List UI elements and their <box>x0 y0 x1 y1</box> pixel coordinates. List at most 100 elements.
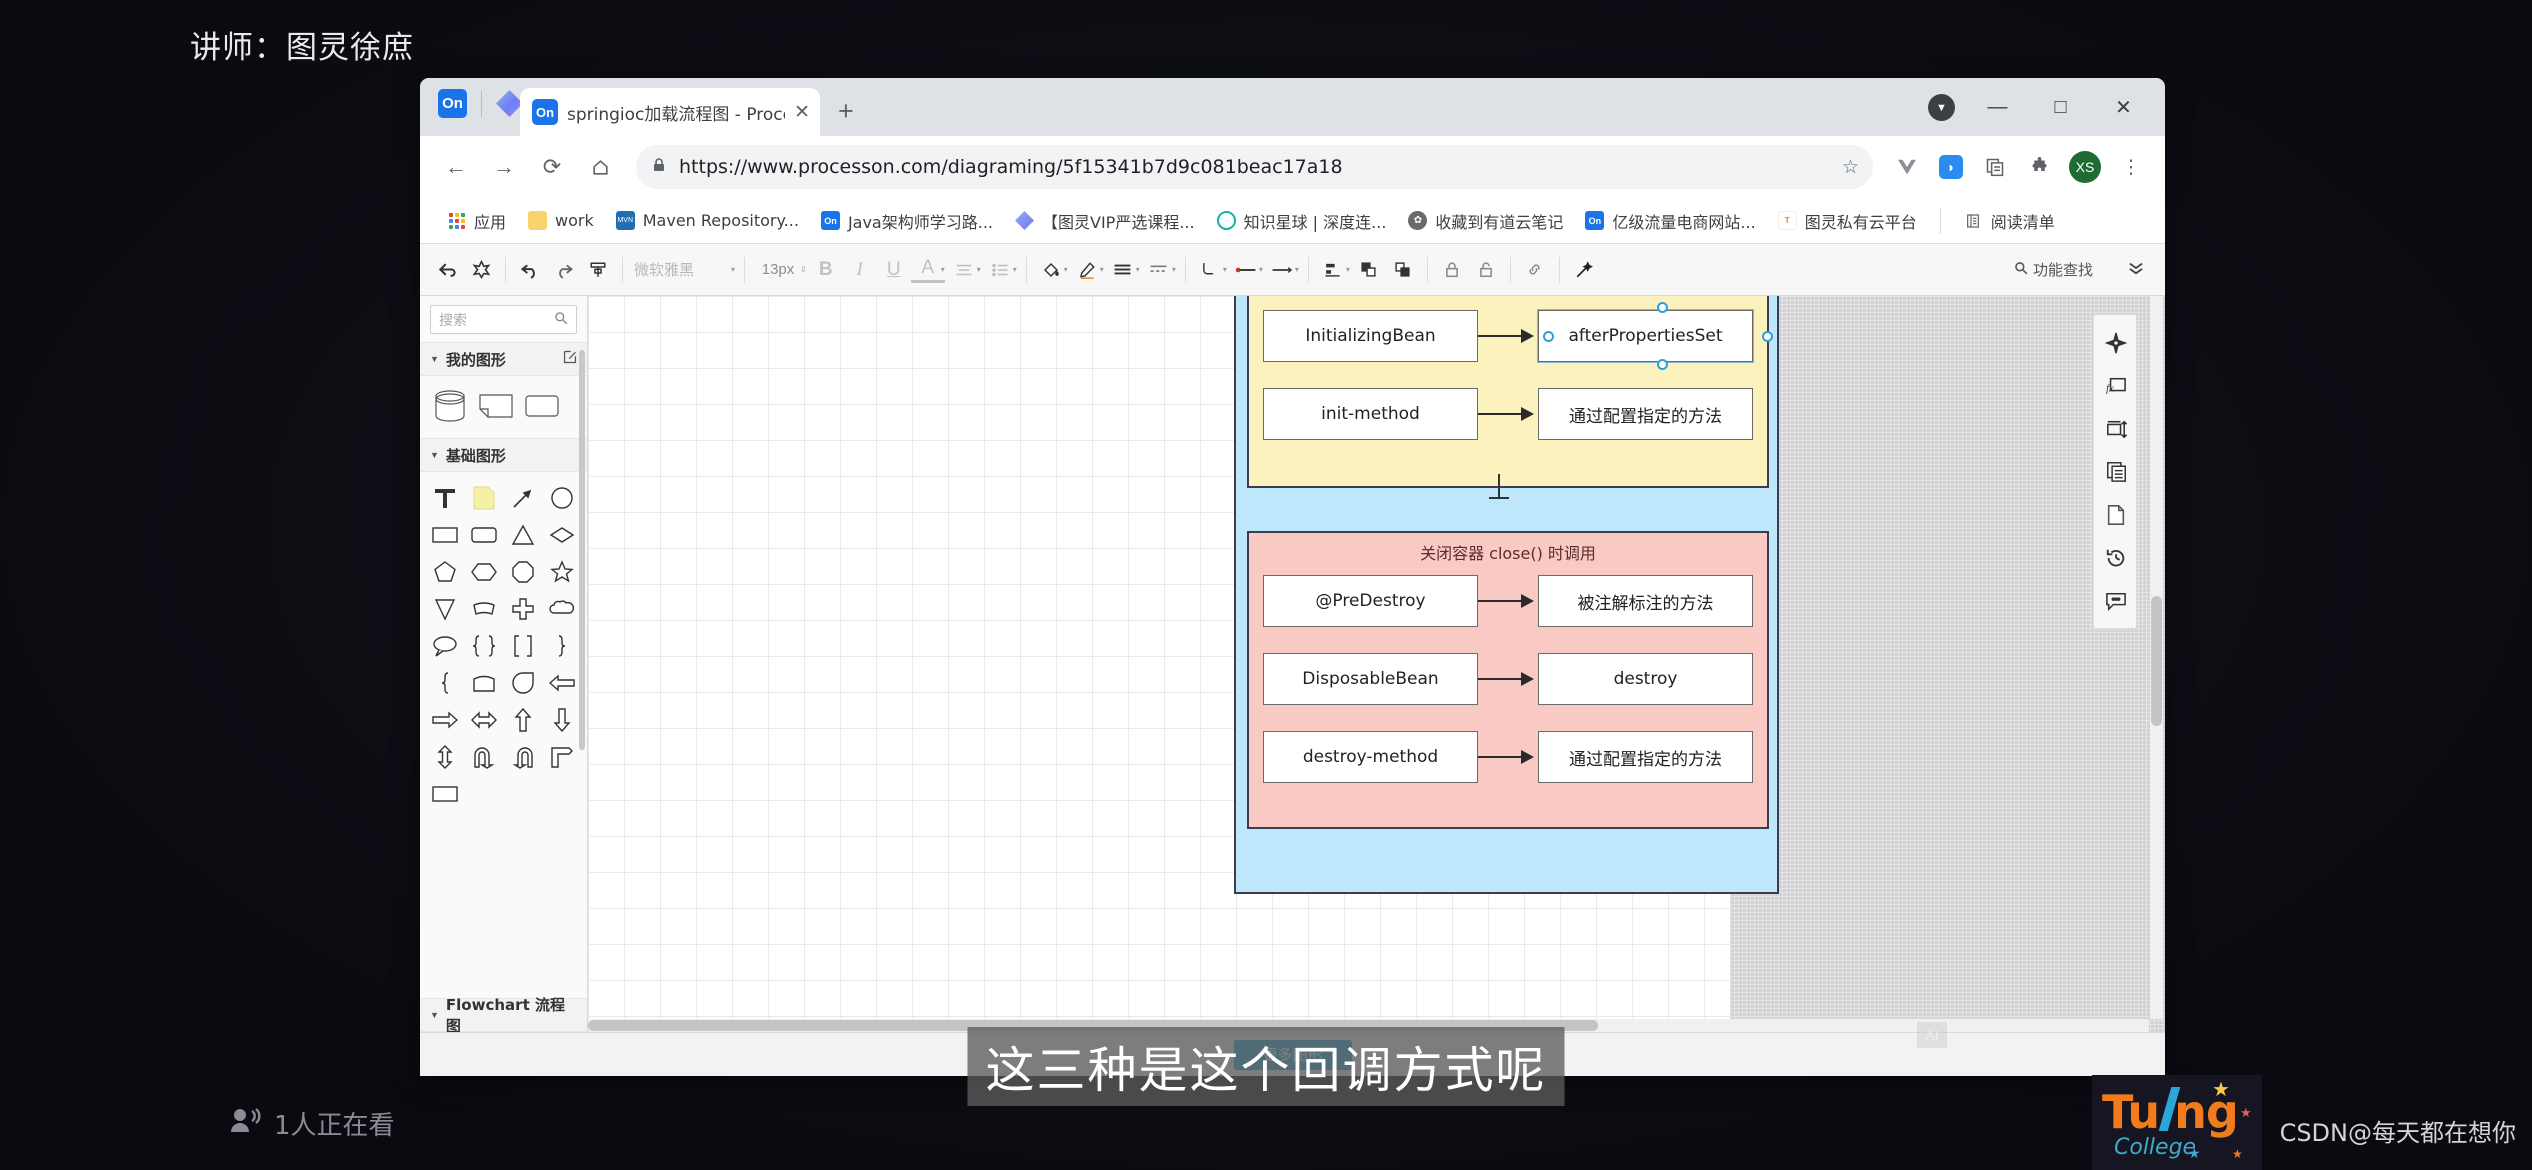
shape-hexagon[interactable] <box>465 554 502 589</box>
redo-icon[interactable] <box>547 253 581 287</box>
bold-button[interactable]: B <box>809 253 843 287</box>
browser-tab-active[interactable]: On springioc加载流程图 - ProcessO ✕ <box>520 88 820 136</box>
lock-icon[interactable] <box>1435 253 1469 287</box>
bookmark-zsxq[interactable]: 知识星球 | 深度连... <box>1208 204 1396 238</box>
shape-quarter-round[interactable] <box>504 665 541 700</box>
scrollbar-thumb[interactable] <box>2151 596 2162 726</box>
shape-rounded-rect[interactable] <box>522 386 562 426</box>
reading-list-button[interactable]: 阅读清单 <box>1955 204 2064 238</box>
browser-menu-icon[interactable]: ⋮ <box>2111 147 2151 187</box>
shape-arrow-double-v[interactable] <box>426 739 463 774</box>
phase-init[interactable]: init @PostConstruct 被注解标注的方法 Initializin… <box>1247 296 1773 488</box>
fill-color-icon[interactable] <box>1034 253 1068 287</box>
window-close-button[interactable]: ✕ <box>2092 78 2155 136</box>
line-spacing-icon[interactable] <box>983 253 1017 287</box>
bookmark-youdao[interactable]: ✿ 收藏到有道云笔记 <box>1399 204 1572 238</box>
selection-handle-bottom[interactable] <box>1657 359 1668 370</box>
shape-star-icon[interactable] <box>464 253 498 287</box>
resize-icon[interactable] <box>2094 407 2138 450</box>
shape-cylinder[interactable] <box>430 386 470 426</box>
shape-group-my-shapes[interactable]: ▼ 我的图形 <box>420 342 587 376</box>
diagram-box-left[interactable]: DisposableBean <box>1263 653 1478 705</box>
bookmark-ecommerce[interactable]: On 亿级流量电商网站... <box>1576 204 1764 238</box>
text-color-button[interactable]: A <box>910 257 945 283</box>
shape-trapezoid-top[interactable] <box>465 665 502 700</box>
shape-u-turn-arrow[interactable] <box>465 739 502 774</box>
diagram-box-left[interactable]: destroy-method <box>1263 731 1478 783</box>
history-icon[interactable] <box>2094 536 2138 579</box>
diagram-box-right[interactable]: destroy <box>1538 653 1753 705</box>
shape-left-brace[interactable] <box>426 665 463 700</box>
format-painter-icon[interactable] <box>581 253 615 287</box>
selection-handle-right[interactable] <box>1762 331 1773 342</box>
shape-speech-bubble[interactable] <box>426 628 463 663</box>
line-dash-icon[interactable] <box>1142 253 1176 287</box>
tab-copy-icon[interactable] <box>1975 147 2015 187</box>
chevron-down-icon[interactable]: ▾ <box>941 265 945 274</box>
shape-arrow-down[interactable] <box>543 702 580 737</box>
send-back-icon[interactable] <box>1386 253 1420 287</box>
compass-icon[interactable] <box>2094 321 2138 364</box>
shape-right-brace[interactable] <box>543 628 580 663</box>
shape-sticky-note[interactable] <box>465 480 502 515</box>
shape-u-turn-arrow-left[interactable] <box>504 739 541 774</box>
chevron-down-icon[interactable]: ▾ <box>1346 265 1350 274</box>
diagram-canvas[interactable]: init @PostConstruct 被注解标注的方法 Initializin… <box>588 296 2165 1032</box>
bookmark-turing-cloud[interactable]: T 图灵私有云平台 <box>1769 204 1926 238</box>
chevron-down-icon[interactable]: ▾ <box>1295 265 1299 274</box>
canvas-vertical-scrollbar[interactable] <box>2150 296 2163 1019</box>
bring-front-icon[interactable] <box>1352 253 1386 287</box>
chevron-down-icon[interactable]: ▾ <box>1223 265 1227 274</box>
shape-arrow-right[interactable] <box>426 702 463 737</box>
chevron-down-icon[interactable]: ▾ <box>1136 265 1140 274</box>
edit-icon[interactable] <box>563 350 577 369</box>
chevron-down-icon[interactable]: ▾ <box>1172 265 1176 274</box>
shape-arrow-left[interactable] <box>543 665 580 700</box>
chevron-down-icon[interactable]: ▾ <box>977 265 981 274</box>
italic-button[interactable]: I <box>843 253 877 287</box>
line-style-icon[interactable] <box>1106 253 1140 287</box>
gem-pinned-icon[interactable] <box>496 90 523 117</box>
shape-arrow-double-h[interactable] <box>465 702 502 737</box>
diagram-box-right[interactable]: afterPropertiesSet <box>1537 309 1754 363</box>
chevron-down-icon[interactable]: ▾ <box>1259 265 1263 274</box>
shape-octagon[interactable] <box>504 554 541 589</box>
shape-rounded-rect-2[interactable] <box>465 517 502 552</box>
stepper-icon[interactable]: ⇳ <box>800 265 807 274</box>
puzzle-extensions-icon[interactable] <box>2019 147 2059 187</box>
diagram-box-left[interactable]: @PreDestroy <box>1263 575 1478 627</box>
shape-cross[interactable] <box>504 591 541 626</box>
feature-search-button[interactable]: 功能查找 <box>2014 259 2093 280</box>
bookmark-apps[interactable]: 应用 <box>438 204 515 238</box>
diagram-box-left[interactable]: InitializingBean <box>1263 310 1478 362</box>
diagram-box-right[interactable]: 通过配置指定的方法 <box>1538 731 1753 783</box>
vue-devtools-icon[interactable] <box>1887 147 1927 187</box>
line-end-arrow-icon[interactable] <box>1265 253 1299 287</box>
undo-icon[interactable] <box>513 253 547 287</box>
selection-handle-top[interactable] <box>1657 302 1668 313</box>
back-icon[interactable]: ← <box>434 145 478 189</box>
font-family-select[interactable]: 微软雅黑 <box>630 259 735 280</box>
bookmark-vip-course[interactable]: 【图灵VIP严选课程... <box>1006 204 1204 238</box>
align-objects-icon[interactable] <box>1316 253 1350 287</box>
shape-arrow-line[interactable] <box>504 480 541 515</box>
shape-note[interactable] <box>476 386 516 426</box>
underline-button[interactable]: U <box>877 253 911 287</box>
new-tab-button[interactable]: + <box>838 98 854 125</box>
bookmark-work[interactable]: work <box>519 206 603 235</box>
shape-circle[interactable] <box>543 480 580 515</box>
bean-lifecycle-container[interactable]: init @PostConstruct 被注解标注的方法 Initializin… <box>1234 296 1779 894</box>
shape-elbow-arrow[interactable] <box>543 739 580 774</box>
shape-arrow-up[interactable] <box>504 702 541 737</box>
bookmark-java-path[interactable]: On Java架构师学习路... <box>812 204 1002 238</box>
layers-icon[interactable] <box>2094 450 2138 493</box>
line-color-icon[interactable] <box>1070 253 1104 287</box>
chevron-down-icon[interactable]: ▾ <box>1064 265 1068 274</box>
chevron-down-icon[interactable]: ▾ <box>1100 265 1104 274</box>
close-icon[interactable]: ✕ <box>794 101 810 124</box>
page-icon[interactable] <box>2094 493 2138 536</box>
shape-text[interactable] <box>426 480 463 515</box>
back-arrow-icon[interactable] <box>430 253 464 287</box>
bookmark-maven[interactable]: MVN Maven Repository... <box>607 206 808 235</box>
download-badge-icon[interactable]: ▼ <box>1928 94 1955 121</box>
